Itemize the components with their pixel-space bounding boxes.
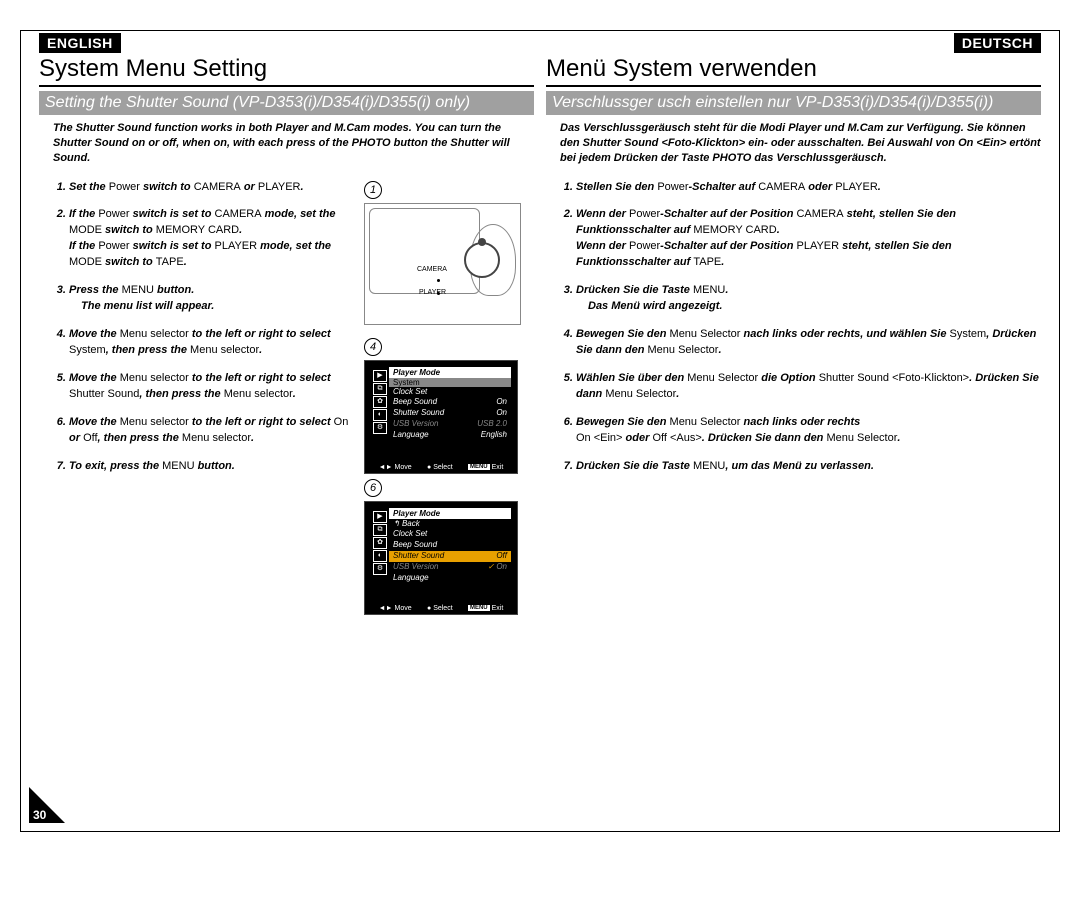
section-heading-english: Setting the Shutter Sound (VP-D353(i)/D3… [39, 91, 534, 115]
language-badge-english: ENGLISH [39, 33, 121, 53]
step-7: To exit, press the MENU button. [69, 459, 360, 475]
callout-4: 4 [364, 338, 382, 356]
select-hint: ● Select [427, 464, 453, 471]
step-6: Move the Menu selector to the left or ri… [69, 415, 360, 447]
callout-1: 1 [364, 181, 382, 199]
osd-screenshot-4: ▶⧉✿◐⚙ Player Mode System Clock Set Beep … [364, 360, 518, 474]
step-7-de: Drücken Sie die Taste MENU, um das Menü … [576, 459, 1041, 475]
step-6-de: Bewegen Sie den Menu Selector nach links… [576, 415, 1041, 447]
power-dial-icon [464, 242, 500, 278]
osd-screenshot-6: ▶⧉✿◐⚙ Player Mode ↰ Back Clock Set Beep … [364, 501, 518, 615]
step-1: Set the Power switch to CAMERA or PLAYER… [69, 180, 360, 196]
page-title-deutsch: Menü System verwenden [546, 55, 1041, 87]
language-badge-deutsch: DEUTSCH [954, 33, 1041, 53]
steps-english: Set the Power switch to CAMERA or PLAYER… [39, 180, 360, 475]
callout-6: 6 [364, 479, 382, 497]
step-4: Move the Menu selector to the left or ri… [69, 327, 360, 359]
section-heading-deutsch: Verschlussger usch einstellen nur VP-D35… [546, 91, 1041, 115]
step-2: If the Power switch is set to CAMERA mod… [69, 207, 360, 271]
intro-deutsch: Das Verschlussgeräusch steht für die Mod… [560, 121, 1041, 166]
column-deutsch: DEUTSCH Menü System verwenden Verschluss… [540, 31, 1047, 819]
mode-icon: ▶ [373, 370, 387, 382]
step-3: Press the MENU button.The menu list will… [69, 283, 360, 315]
step-3-de: Drücken Sie die Taste MENU.Das Menü wird… [576, 283, 1041, 315]
steps-deutsch: Stellen Sie den Power-Schalter auf CAMER… [546, 180, 1041, 487]
camera-power-diagram: CAMERA PLAYER [364, 203, 521, 325]
step-2-de: Wenn der Power-Schalter auf der Position… [576, 207, 1041, 271]
move-hint: ◄► Move [379, 464, 412, 471]
step-5: Move the Menu selector to the left or ri… [69, 371, 360, 403]
manual-page: ENGLISH System Menu Setting Setting the … [20, 30, 1060, 832]
step-4-de: Bewegen Sie den Menu Selector nach links… [576, 327, 1041, 359]
diagrams-column: 1 CAMERA PLAYER 4 ▶⧉✿◐⚙ Pl [364, 180, 534, 619]
step-5-de: Wählen Sie über den Menu Selector die Op… [576, 371, 1041, 403]
exit-hint: MENU Exit [468, 464, 503, 471]
column-english: ENGLISH System Menu Setting Setting the … [33, 31, 540, 819]
page-title-english: System Menu Setting [39, 55, 534, 87]
intro-english: The Shutter Sound function works in both… [53, 121, 534, 166]
step-1-de: Stellen Sie den Power-Schalter auf CAMER… [576, 180, 1041, 196]
tape-icon: ⧉ [373, 383, 387, 395]
